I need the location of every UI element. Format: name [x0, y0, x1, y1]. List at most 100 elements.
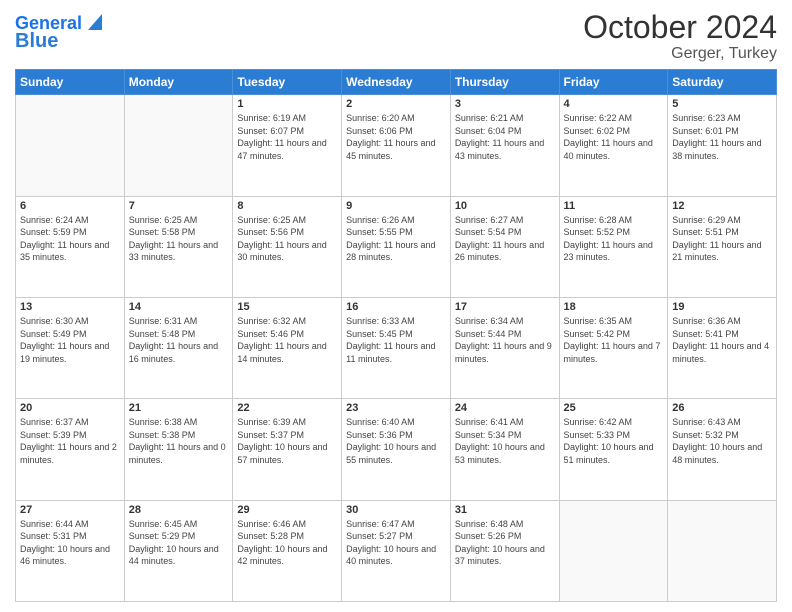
day-info: Sunrise: 6:23 AMSunset: 6:01 PMDaylight:… — [672, 112, 772, 162]
day-info: Sunrise: 6:26 AMSunset: 5:55 PMDaylight:… — [346, 214, 446, 264]
day-number: 15 — [237, 301, 337, 313]
day-info: Sunrise: 6:35 AMSunset: 5:42 PMDaylight:… — [564, 315, 664, 365]
day-number: 7 — [129, 200, 229, 212]
day-number: 24 — [455, 402, 555, 414]
day-number: 14 — [129, 301, 229, 313]
calendar-cell: 5 Sunrise: 6:23 AMSunset: 6:01 PMDaylight… — [668, 95, 777, 196]
calendar-cell: 28 Sunrise: 6:45 AMSunset: 5:29 PMDayligh… — [124, 500, 233, 601]
day-info: Sunrise: 6:19 AMSunset: 6:07 PMDaylight:… — [237, 112, 337, 162]
calendar-cell — [559, 500, 668, 601]
day-number: 22 — [237, 402, 337, 414]
calendar-header-row: Sunday Monday Tuesday Wednesday Thursday… — [16, 70, 777, 95]
day-number: 11 — [564, 200, 664, 212]
calendar-cell: 29 Sunrise: 6:46 AMSunset: 5:28 PMDayligh… — [233, 500, 342, 601]
day-info: Sunrise: 6:46 AMSunset: 5:28 PMDaylight:… — [237, 518, 337, 568]
calendar-cell: 18 Sunrise: 6:35 AMSunset: 5:42 PMDayligh… — [559, 297, 668, 398]
day-info: Sunrise: 6:22 AMSunset: 6:02 PMDaylight:… — [564, 112, 664, 162]
day-number: 9 — [346, 200, 446, 212]
calendar-cell: 12Sunrise: 6:29 AMSunset: 5:51 PMDayligh… — [668, 196, 777, 297]
day-number: 3 — [455, 98, 555, 110]
calendar-cell: 14Sunrise: 6:31 AMSunset: 5:48 PMDayligh… — [124, 297, 233, 398]
calendar-cell: 8 Sunrise: 6:25 AMSunset: 5:56 PMDaylight… — [233, 196, 342, 297]
col-wednesday: Wednesday — [342, 70, 451, 95]
day-number: 12 — [672, 200, 772, 212]
calendar-cell: 20 Sunrise: 6:37 AMSunset: 5:39 PMDayligh… — [16, 399, 125, 500]
col-sunday: Sunday — [16, 70, 125, 95]
page: General Blue October 2024 Gerger, Turkey… — [0, 0, 792, 612]
day-number: 13 — [20, 301, 120, 313]
calendar-cell: 1 Sunrise: 6:19 AMSunset: 6:07 PMDaylight… — [233, 95, 342, 196]
calendar-cell: 26 Sunrise: 6:43 AMSunset: 5:32 PMDayligh… — [668, 399, 777, 500]
day-number: 4 — [564, 98, 664, 110]
day-number: 10 — [455, 200, 555, 212]
day-number: 29 — [237, 504, 337, 516]
title-block: October 2024 Gerger, Turkey — [583, 10, 777, 63]
day-info: Sunrise: 6:37 AMSunset: 5:39 PMDaylight:… — [20, 416, 120, 466]
day-number: 16 — [346, 301, 446, 313]
day-info: Sunrise: 6:41 AMSunset: 5:34 PMDaylight:… — [455, 416, 555, 466]
day-info: Sunrise: 6:38 AMSunset: 5:38 PMDaylight:… — [129, 416, 229, 466]
day-number: 8 — [237, 200, 337, 212]
day-info: Sunrise: 6:36 AMSunset: 5:41 PMDaylight:… — [672, 315, 772, 365]
day-number: 31 — [455, 504, 555, 516]
day-number: 19 — [672, 301, 772, 313]
day-info: Sunrise: 6:25 AMSunset: 5:58 PMDaylight:… — [129, 214, 229, 264]
calendar-cell: 23Sunrise: 6:40 AMSunset: 5:36 PMDayligh… — [342, 399, 451, 500]
day-info: Sunrise: 6:27 AMSunset: 5:54 PMDaylight:… — [455, 214, 555, 264]
day-number: 28 — [129, 504, 229, 516]
day-number: 27 — [20, 504, 120, 516]
col-tuesday: Tuesday — [233, 70, 342, 95]
col-monday: Monday — [124, 70, 233, 95]
calendar-cell — [16, 95, 125, 196]
day-info: Sunrise: 6:45 AMSunset: 5:29 PMDaylight:… — [129, 518, 229, 568]
day-number: 26 — [672, 402, 772, 414]
calendar-cell: 7 Sunrise: 6:25 AMSunset: 5:58 PMDaylight… — [124, 196, 233, 297]
day-number: 17 — [455, 301, 555, 313]
calendar-week-2: 13Sunrise: 6:30 AMSunset: 5:49 PMDayligh… — [16, 297, 777, 398]
day-number: 25 — [564, 402, 664, 414]
calendar-cell: 4 Sunrise: 6:22 AMSunset: 6:02 PMDaylight… — [559, 95, 668, 196]
calendar-subtitle: Gerger, Turkey — [583, 45, 777, 63]
day-number: 20 — [20, 402, 120, 414]
day-info: Sunrise: 6:34 AMSunset: 5:44 PMDaylight:… — [455, 315, 555, 365]
calendar-cell: 25 Sunrise: 6:42 AMSunset: 5:33 PMDayligh… — [559, 399, 668, 500]
logo-blue: Blue — [15, 30, 58, 52]
calendar-table: Sunday Monday Tuesday Wednesday Thursday… — [15, 69, 777, 602]
logo: General Blue — [15, 14, 102, 52]
calendar-cell: 27 Sunrise: 6:44 AMSunset: 5:31 PMDayligh… — [16, 500, 125, 601]
day-info: Sunrise: 6:48 AMSunset: 5:26 PMDaylight:… — [455, 518, 555, 568]
day-info: Sunrise: 6:44 AMSunset: 5:31 PMDaylight:… — [20, 518, 120, 568]
logo-triangle-icon — [84, 14, 102, 32]
header: General Blue October 2024 Gerger, Turkey — [15, 10, 777, 63]
calendar-cell: 3 Sunrise: 6:21 AMSunset: 6:04 PMDaylight… — [450, 95, 559, 196]
calendar-week-0: 1 Sunrise: 6:19 AMSunset: 6:07 PMDaylight… — [16, 95, 777, 196]
day-info: Sunrise: 6:21 AMSunset: 6:04 PMDaylight:… — [455, 112, 555, 162]
calendar-title: October 2024 — [583, 10, 777, 45]
calendar-cell — [668, 500, 777, 601]
col-friday: Friday — [559, 70, 668, 95]
day-number: 30 — [346, 504, 446, 516]
calendar-cell: 21Sunrise: 6:38 AMSunset: 5:38 PMDayligh… — [124, 399, 233, 500]
day-info: Sunrise: 6:39 AMSunset: 5:37 PMDaylight:… — [237, 416, 337, 466]
day-info: Sunrise: 6:42 AMSunset: 5:33 PMDaylight:… — [564, 416, 664, 466]
day-number: 2 — [346, 98, 446, 110]
day-number: 18 — [564, 301, 664, 313]
calendar-week-1: 6Sunrise: 6:24 AMSunset: 5:59 PMDaylight… — [16, 196, 777, 297]
day-info: Sunrise: 6:43 AMSunset: 5:32 PMDaylight:… — [672, 416, 772, 466]
calendar-cell: 15 Sunrise: 6:32 AMSunset: 5:46 PMDayligh… — [233, 297, 342, 398]
calendar-cell: 19 Sunrise: 6:36 AMSunset: 5:41 PMDayligh… — [668, 297, 777, 398]
col-saturday: Saturday — [668, 70, 777, 95]
day-number: 5 — [672, 98, 772, 110]
day-number: 6 — [20, 200, 120, 212]
calendar-cell: 17 Sunrise: 6:34 AMSunset: 5:44 PMDayligh… — [450, 297, 559, 398]
day-info: Sunrise: 6:25 AMSunset: 5:56 PMDaylight:… — [237, 214, 337, 264]
calendar-cell: 10 Sunrise: 6:27 AMSunset: 5:54 PMDayligh… — [450, 196, 559, 297]
col-thursday: Thursday — [450, 70, 559, 95]
day-info: Sunrise: 6:40 AMSunset: 5:36 PMDaylight:… — [346, 416, 446, 466]
day-number: 1 — [237, 98, 337, 110]
calendar-cell: 9 Sunrise: 6:26 AMSunset: 5:55 PMDaylight… — [342, 196, 451, 297]
day-info: Sunrise: 6:20 AMSunset: 6:06 PMDaylight:… — [346, 112, 446, 162]
calendar-cell: 11Sunrise: 6:28 AMSunset: 5:52 PMDayligh… — [559, 196, 668, 297]
day-info: Sunrise: 6:32 AMSunset: 5:46 PMDaylight:… — [237, 315, 337, 365]
calendar-week-3: 20 Sunrise: 6:37 AMSunset: 5:39 PMDayligh… — [16, 399, 777, 500]
